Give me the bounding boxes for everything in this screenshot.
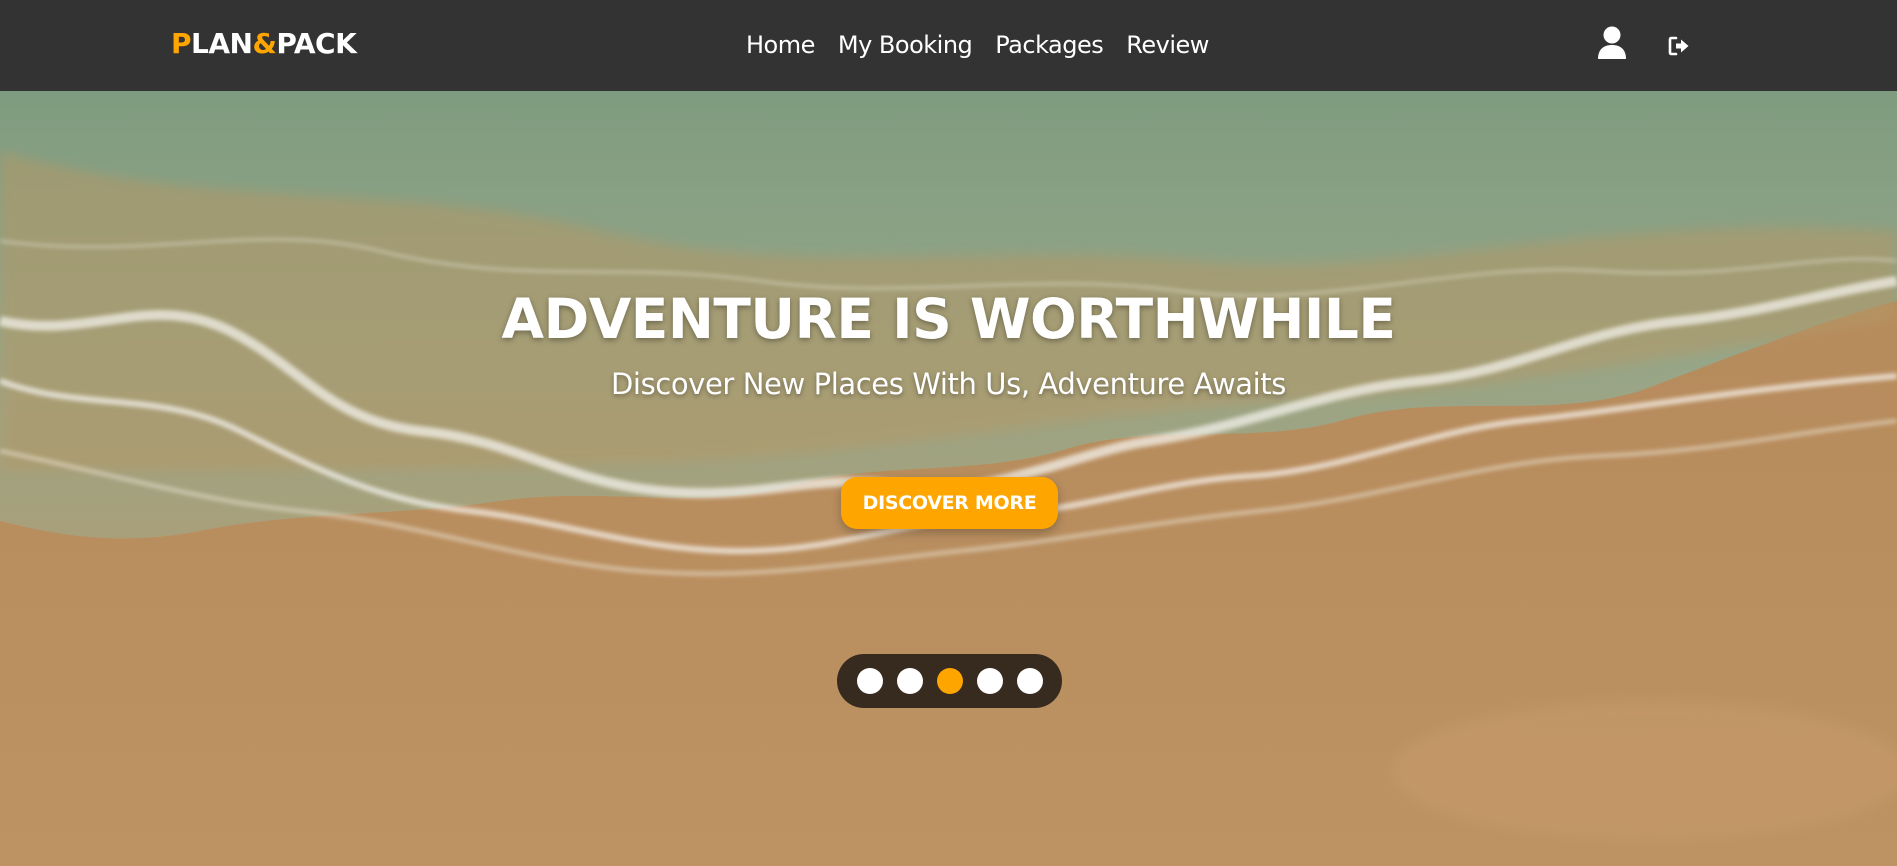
brand-logo-initial: P: [171, 27, 192, 60]
slider-dot-3-active[interactable]: [936, 668, 963, 694]
logout-icon[interactable]: [1668, 35, 1690, 57]
slider-dot-1[interactable]: [856, 668, 883, 694]
nav-item-my-booking[interactable]: My Booking: [838, 31, 973, 59]
slider-dot-2[interactable]: [896, 668, 923, 694]
nav-item-packages[interactable]: Packages: [995, 31, 1103, 59]
hero-title: ADVENTURE IS WORTHWHILE: [501, 287, 1397, 351]
brand-logo-part-2: PACK: [276, 27, 357, 60]
slider-pagination: [837, 654, 1062, 708]
nav-item-review[interactable]: Review: [1126, 31, 1209, 59]
main-nav: Home My Booking Packages Review: [746, 27, 1209, 63]
brand-logo-part: LAN: [191, 27, 253, 60]
navbar: PLAN&PACK Home My Booking Packages Revie…: [0, 0, 1897, 91]
nav-item-home[interactable]: Home: [746, 31, 815, 59]
brand-logo-ampersand: &: [252, 27, 277, 60]
user-icon[interactable]: [1597, 26, 1627, 60]
brand-logo[interactable]: PLAN&PACK: [171, 26, 357, 62]
hero-subtitle: Discover New Places With Us, Adventure A…: [611, 367, 1286, 401]
hero-section: ADVENTURE IS WORTHWHILE Discover New Pla…: [0, 91, 1897, 866]
discover-more-button[interactable]: DISCOVER MORE: [841, 477, 1058, 529]
slider-dot-4[interactable]: [976, 668, 1003, 694]
slider-dot-5[interactable]: [1016, 668, 1043, 694]
